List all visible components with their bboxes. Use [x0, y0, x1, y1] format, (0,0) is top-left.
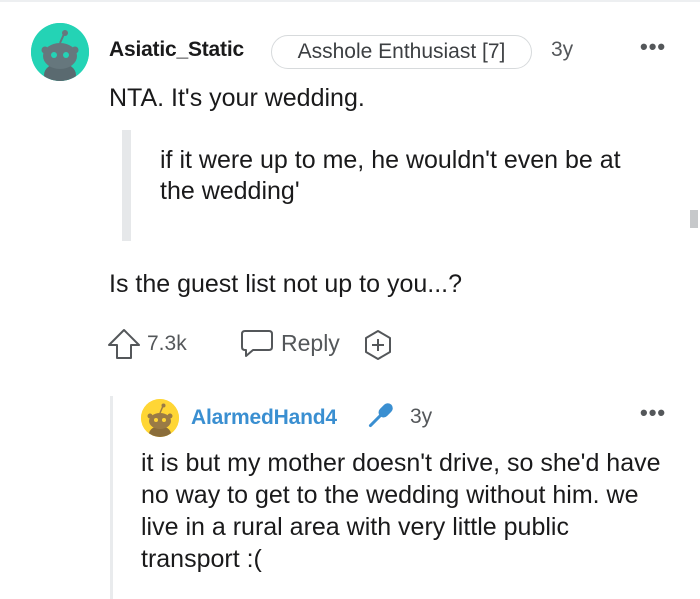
comment-age: 3y	[551, 38, 574, 61]
reply-age: 3y	[410, 405, 433, 428]
add-award-icon[interactable]	[361, 328, 395, 362]
user-avatar[interactable]	[31, 23, 89, 81]
comment-text-question: Is the guest list not up to you...?	[109, 270, 462, 298]
reply-user-avatar[interactable]	[141, 399, 179, 437]
reply-username[interactable]: AlarmedHand4	[191, 406, 337, 430]
more-dots-icon[interactable]: •••	[640, 34, 666, 60]
snoo-avatar-icon	[31, 23, 89, 81]
microphone-icon	[362, 398, 398, 434]
scroll-indicator[interactable]	[690, 210, 698, 228]
top-divider	[0, 0, 700, 2]
comment-text: NTA. It's your wedding.	[109, 84, 365, 112]
reply-button[interactable]: Reply	[281, 330, 340, 357]
username[interactable]: Asiatic_Static	[109, 38, 244, 62]
user-flair: Asshole Enthusiast [7]	[271, 35, 532, 69]
blockquote-bar	[122, 130, 131, 241]
blockquote-text: if it were up to me, he wouldn't even be…	[160, 146, 621, 205]
thread-line[interactable]	[110, 396, 113, 599]
snoo-avatar-icon	[141, 399, 179, 437]
vote-count: 7.3k	[147, 332, 187, 355]
upvote-arrow-icon[interactable]	[107, 328, 141, 360]
reply-text: it is but my mother doesn't drive, so sh…	[141, 449, 661, 573]
more-dots-icon[interactable]: •••	[640, 400, 666, 426]
speech-bubble-icon[interactable]	[239, 328, 275, 358]
